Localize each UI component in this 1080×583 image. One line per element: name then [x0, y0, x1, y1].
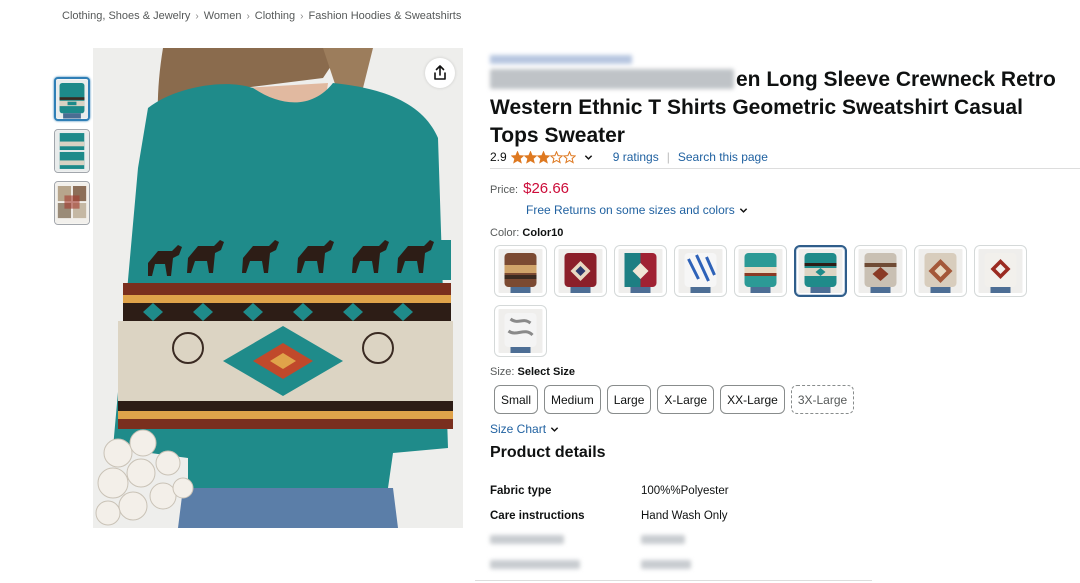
swatch-image — [498, 309, 543, 353]
image-thumbnails — [54, 77, 90, 225]
breadcrumb-separator: › — [246, 10, 250, 22]
color-swatch-1[interactable] — [494, 245, 547, 297]
star-icon — [536, 150, 550, 164]
price-row: Price: $26.66 — [490, 180, 569, 197]
size-selected-value: Select Size — [517, 366, 576, 378]
swatch-image — [918, 249, 963, 293]
detail-value: 100%%Polyester — [641, 484, 729, 497]
size-option-x-large[interactable]: X-Large — [657, 385, 715, 414]
chevron-down-icon — [550, 426, 559, 432]
ratings-count-link[interactable]: 9 ratings — [613, 150, 659, 164]
rating-row: 2.9 9 ratings | Search this page — [490, 150, 768, 164]
color-swatch-9[interactable] — [974, 245, 1027, 297]
product-photo — [93, 48, 463, 528]
chevron-down-icon — [739, 207, 747, 213]
separator: | — [666, 150, 670, 164]
swatch-image — [558, 249, 603, 293]
free-returns-text: Free Returns on some sizes and colors — [526, 203, 735, 217]
color-label: Color: — [490, 227, 520, 239]
size-chart-text: Size Chart — [490, 422, 547, 436]
breadcrumb-item-clothing[interactable]: Clothing — [255, 10, 295, 22]
swatch-image — [678, 249, 723, 293]
color-swatches — [494, 245, 1034, 357]
detail-row-redacted — [490, 528, 729, 553]
breadcrumb: Clothing, Shoes & Jewelry › Women › Clot… — [62, 10, 461, 22]
detail-row-redacted — [490, 553, 729, 578]
detail-key-redacted — [490, 559, 641, 572]
color-swatch-5[interactable] — [734, 245, 787, 297]
divider — [490, 168, 1080, 169]
product-main-image[interactable] — [93, 48, 463, 528]
size-label-row: Size: Select Size — [490, 366, 575, 378]
price-label: Price: — [490, 184, 519, 196]
detail-value-redacted — [641, 559, 691, 572]
star-icon — [510, 150, 524, 164]
thumbnail-image — [56, 79, 88, 119]
product-details-table: Fabric type 100%%Polyester Care instruct… — [490, 478, 729, 578]
detail-key-redacted — [490, 534, 641, 547]
detail-row: Fabric type 100%%Polyester — [490, 478, 729, 503]
size-options: Small Medium Large X-Large XX-Large 3X-L… — [494, 385, 855, 414]
thumbnail-2[interactable] — [54, 129, 90, 173]
star-rating[interactable] — [510, 150, 576, 164]
color-selected-value: Color10 — [522, 227, 564, 239]
color-swatch-6-selected[interactable] — [794, 245, 847, 297]
size-label: Size: — [490, 366, 515, 378]
breadcrumb-item-fashion-hoodies[interactable]: Fashion Hoodies & Sweatshirts — [309, 10, 462, 22]
detail-value: Hand Wash Only — [641, 509, 728, 522]
color-label-row: Color: Color10 — [490, 227, 563, 239]
thumbnail-image — [55, 182, 89, 224]
swatch-image — [618, 249, 663, 293]
swatch-image — [798, 249, 843, 293]
color-swatch-8[interactable] — [914, 245, 967, 297]
detail-value-redacted — [641, 534, 685, 547]
product-title: en Long Sleeve Crewneck Retro Western Et… — [490, 66, 1070, 150]
thumbnail-1[interactable] — [54, 77, 90, 121]
breadcrumb-separator: › — [195, 10, 199, 22]
divider — [475, 580, 872, 581]
size-option-xx-large[interactable]: XX-Large — [720, 385, 785, 414]
chevron-down-icon[interactable] — [584, 153, 593, 162]
price-value: $26.66 — [523, 180, 570, 197]
size-chart-link[interactable]: Size Chart — [490, 422, 559, 436]
swatch-image — [738, 249, 783, 293]
size-option-3x-large[interactable]: 3X-Large — [790, 385, 855, 414]
size-option-small[interactable]: Small — [494, 385, 539, 414]
swatch-image — [498, 249, 543, 293]
size-option-medium[interactable]: Medium — [544, 385, 601, 414]
rating-value: 2.9 — [490, 150, 507, 164]
color-swatch-10[interactable] — [494, 305, 547, 357]
color-swatch-7[interactable] — [854, 245, 907, 297]
color-swatch-2[interactable] — [554, 245, 607, 297]
breadcrumb-separator: › — [300, 10, 304, 22]
breadcrumb-item-clothing-shoes-jewelry[interactable]: Clothing, Shoes & Jewelry — [62, 10, 190, 22]
brand-link-redacted[interactable] — [490, 55, 632, 64]
thumbnail-3[interactable] — [54, 181, 90, 225]
search-this-page-link[interactable]: Search this page — [678, 150, 768, 164]
thumbnail-image — [55, 130, 89, 172]
title-redacted — [490, 69, 734, 89]
size-option-large[interactable]: Large — [606, 385, 652, 414]
share-icon — [434, 65, 446, 80]
swatch-image — [978, 249, 1023, 293]
breadcrumb-item-women[interactable]: Women — [204, 10, 242, 22]
star-icon — [523, 150, 537, 164]
color-swatch-4[interactable] — [674, 245, 727, 297]
swatch-image — [858, 249, 903, 293]
star-icon — [549, 150, 563, 164]
detail-row: Care instructions Hand Wash Only — [490, 503, 729, 528]
star-icon — [562, 150, 576, 164]
detail-key: Fabric type — [490, 484, 552, 497]
product-details-heading: Product details — [490, 444, 606, 461]
detail-key: Care instructions — [490, 509, 585, 522]
color-swatch-3[interactable] — [614, 245, 667, 297]
share-button[interactable] — [425, 58, 455, 88]
free-returns-link[interactable]: Free Returns on some sizes and colors — [526, 203, 748, 217]
